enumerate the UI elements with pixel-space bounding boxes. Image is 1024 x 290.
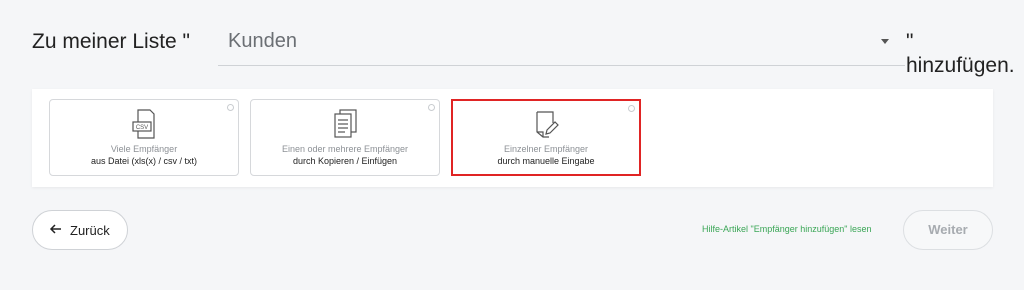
help-article-link[interactable]: Hilfe-Artikel "Empfänger hinzufügen" les… bbox=[702, 224, 871, 234]
import-method-panel: CSV Viele Empfänger aus Datei (xls(x) / … bbox=[32, 89, 993, 187]
option-manual-entry[interactable]: Einzelner Empfänger durch manuelle Einga… bbox=[451, 99, 641, 176]
next-button[interactable]: Weiter bbox=[903, 210, 993, 250]
chevron-down-icon bbox=[881, 39, 889, 44]
list-select-value: Kunden bbox=[228, 30, 297, 52]
option-title: Einzelner Empfänger bbox=[503, 144, 589, 154]
option-radio[interactable] bbox=[628, 105, 635, 112]
back-button[interactable]: Zurück bbox=[32, 210, 128, 250]
headline-prefix: Zu meiner Liste " bbox=[32, 30, 191, 53]
list-select[interactable]: Kunden bbox=[218, 26, 905, 66]
back-button-label: Zurück bbox=[70, 223, 110, 238]
option-title: Einen oder mehrere Empfänger bbox=[281, 144, 409, 154]
option-subtitle: aus Datei (xls(x) / csv / txt) bbox=[90, 156, 197, 166]
option-copy-paste[interactable]: Einen oder mehrere Empfänger durch Kopie… bbox=[250, 99, 440, 176]
csv-icon-text: CSV bbox=[136, 125, 148, 131]
document-list-icon bbox=[334, 109, 357, 138]
edit-document-icon bbox=[536, 111, 559, 138]
option-title: Viele Empfänger bbox=[110, 144, 178, 154]
option-radio[interactable] bbox=[227, 104, 234, 111]
headline: Zu meiner Liste " Kunden " hinzufügen. bbox=[32, 26, 1015, 77]
option-subtitle: durch manuelle Eingabe bbox=[497, 156, 595, 166]
headline-suffix: " hinzufügen. bbox=[906, 30, 1015, 77]
csv-file-icon: CSV bbox=[132, 109, 155, 139]
option-file-import[interactable]: CSV Viele Empfänger aus Datei (xls(x) / … bbox=[49, 99, 239, 176]
arrow-left-icon bbox=[49, 224, 61, 234]
option-subtitle: durch Kopieren / Einfügen bbox=[292, 156, 398, 166]
option-radio[interactable] bbox=[428, 104, 435, 111]
